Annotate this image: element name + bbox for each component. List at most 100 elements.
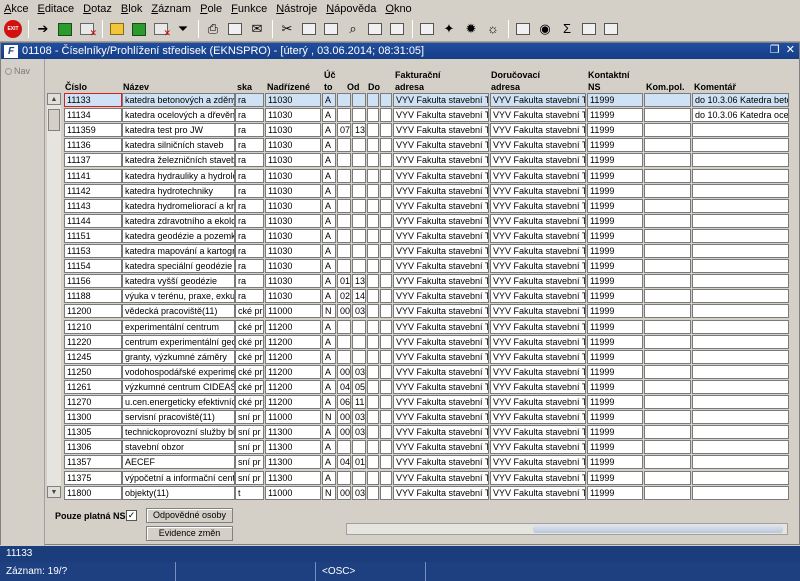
menu-item[interactable]: Nápověda [326,3,376,15]
cell-kompol[interactable] [644,440,691,454]
cell-komentar[interactable] [692,123,789,137]
cell-od[interactable] [337,93,351,107]
cell-komentar[interactable] [692,471,789,485]
cell-komentar[interactable]: do 10.3.06 Katedra beto [692,93,789,107]
cell-x2[interactable] [380,274,392,288]
cell-kompol[interactable] [644,184,691,198]
cell-x2[interactable] [380,440,392,454]
cell-ucto[interactable]: A [322,259,336,273]
enter-query-button[interactable] [108,20,126,38]
cell-do[interactable] [352,184,366,198]
cell-kont[interactable]: 11999 [587,184,643,198]
cell-nazev[interactable]: vědecká pracoviště(11) [122,304,235,318]
cell-kont[interactable]: 11999 [587,289,643,303]
cell-kont[interactable]: 11999 [587,93,643,107]
cell-nazev[interactable]: katedra betonových a zděný [122,93,235,107]
cell-cislo[interactable]: 11250 [64,365,122,379]
cell-komentar[interactable] [692,455,789,469]
cell-ucto[interactable]: A [322,199,336,213]
back-button[interactable]: ➔ [34,20,52,38]
cell-od[interactable] [337,471,351,485]
cell-x2[interactable] [380,335,392,349]
cell-ska[interactable]: ra [235,244,264,258]
cell-nadrizene[interactable]: 11200 [265,320,321,334]
cut-button[interactable]: ✂ [278,20,296,38]
cell-x1[interactable] [367,169,379,183]
cell-ska[interactable]: cké pr [235,365,264,379]
cell-dor[interactable]: VYV Fakulta stavební Th [490,93,586,107]
cell-komentar[interactable] [692,214,789,228]
cell-komentar[interactable] [692,153,789,167]
cell-od[interactable]: 00 [337,365,351,379]
cell-kont[interactable]: 11999 [587,320,643,334]
cell-nadrizene[interactable]: 11000 [265,410,321,424]
cell-kont[interactable]: 11999 [587,274,643,288]
cancel-query-button[interactable] [152,20,171,39]
cell-fakt[interactable]: VYV Fakulta stavební Th [393,440,489,454]
cell-nazev[interactable]: technickoprovozní služby bu [122,425,235,439]
cell-dor[interactable]: VYV Fakulta stavební Th [490,229,586,243]
cell-x1[interactable] [367,380,379,394]
cell-ska[interactable]: ra [235,138,264,152]
cell-fakt[interactable]: VYV Fakulta stavební Th [393,395,489,409]
cell-dor[interactable]: VYV Fakulta stavební Th [490,471,586,485]
cell-nazev[interactable]: stavební obzor [122,440,235,454]
cell-komentar[interactable] [692,304,789,318]
cell-od[interactable]: 02 [337,289,351,303]
cell-x2[interactable] [380,229,392,243]
cell-komentar[interactable] [692,274,789,288]
cell-do[interactable]: 03 [352,304,366,318]
cell-kompol[interactable] [644,214,691,228]
close-icon[interactable]: ✕ [786,43,795,56]
cell-ucto[interactable]: A [322,123,336,137]
sum-button[interactable]: Σ [558,20,576,38]
search-button[interactable]: ⌕ [344,20,362,38]
cell-nadrizene[interactable]: 11030 [265,184,321,198]
cell-x2[interactable] [380,350,392,364]
menu-item[interactable]: Editace [37,3,74,15]
cell-ska[interactable]: t [235,486,264,500]
cell-ucto[interactable]: A [322,153,336,167]
odpovedne-osoby-button[interactable]: Odpovědné osoby [146,508,233,523]
cell-ucto[interactable]: N [322,304,336,318]
menu-item[interactable]: Dotaz [83,3,112,15]
cell-x1[interactable] [367,440,379,454]
cell-fakt[interactable]: VYV Fakulta stavební Th [393,350,489,364]
cell-dor[interactable]: VYV Fakulta stavební Th [490,335,586,349]
cell-x1[interactable] [367,471,379,485]
cell-ucto[interactable]: A [322,229,336,243]
chart-button[interactable] [514,20,532,38]
cell-nadrizene[interactable]: 11030 [265,244,321,258]
cell-komentar[interactable] [692,380,789,394]
cell-kont[interactable]: 11999 [587,169,643,183]
cell-nazev[interactable]: katedra geodézie a pozemko [122,229,235,243]
cell-nazev[interactable]: katedra speciální geodézie [122,259,235,273]
cell-fakt[interactable]: VYV Fakulta stavební Th [393,425,489,439]
cell-nadrizene[interactable]: 11000 [265,304,321,318]
disk-button[interactable]: ◉ [536,20,554,38]
cell-fakt[interactable]: VYV Fakulta stavební Th [393,199,489,213]
cell-x1[interactable] [367,184,379,198]
cell-od[interactable] [337,153,351,167]
cell-komentar[interactable] [692,259,789,273]
cell-kont[interactable]: 11999 [587,153,643,167]
cell-cislo[interactable]: 111359 [64,123,122,137]
cell-kont[interactable]: 11999 [587,123,643,137]
cell-fakt[interactable]: VYV Fakulta stavební Th [393,289,489,303]
cell-ska[interactable]: sní pr [235,455,264,469]
cell-cislo[interactable]: 11143 [64,199,122,213]
cell-ucto[interactable]: A [322,365,336,379]
cell-kompol[interactable] [644,108,691,122]
cell-nazev[interactable]: výpočetní a informační centr [122,471,235,485]
cell-do[interactable] [352,93,366,107]
cell-kompol[interactable] [644,244,691,258]
cell-kompol[interactable] [644,304,691,318]
cell-nadrizene[interactable]: 11000 [265,486,321,500]
cell-x1[interactable] [367,108,379,122]
insert-record-button[interactable] [56,20,74,38]
cell-komentar[interactable] [692,169,789,183]
cell-dor[interactable]: VYV Fakulta stavební Th [490,123,586,137]
cell-kont[interactable]: 11999 [587,365,643,379]
cell-ska[interactable]: ra [235,93,264,107]
run-button[interactable]: ✦ [440,20,458,38]
